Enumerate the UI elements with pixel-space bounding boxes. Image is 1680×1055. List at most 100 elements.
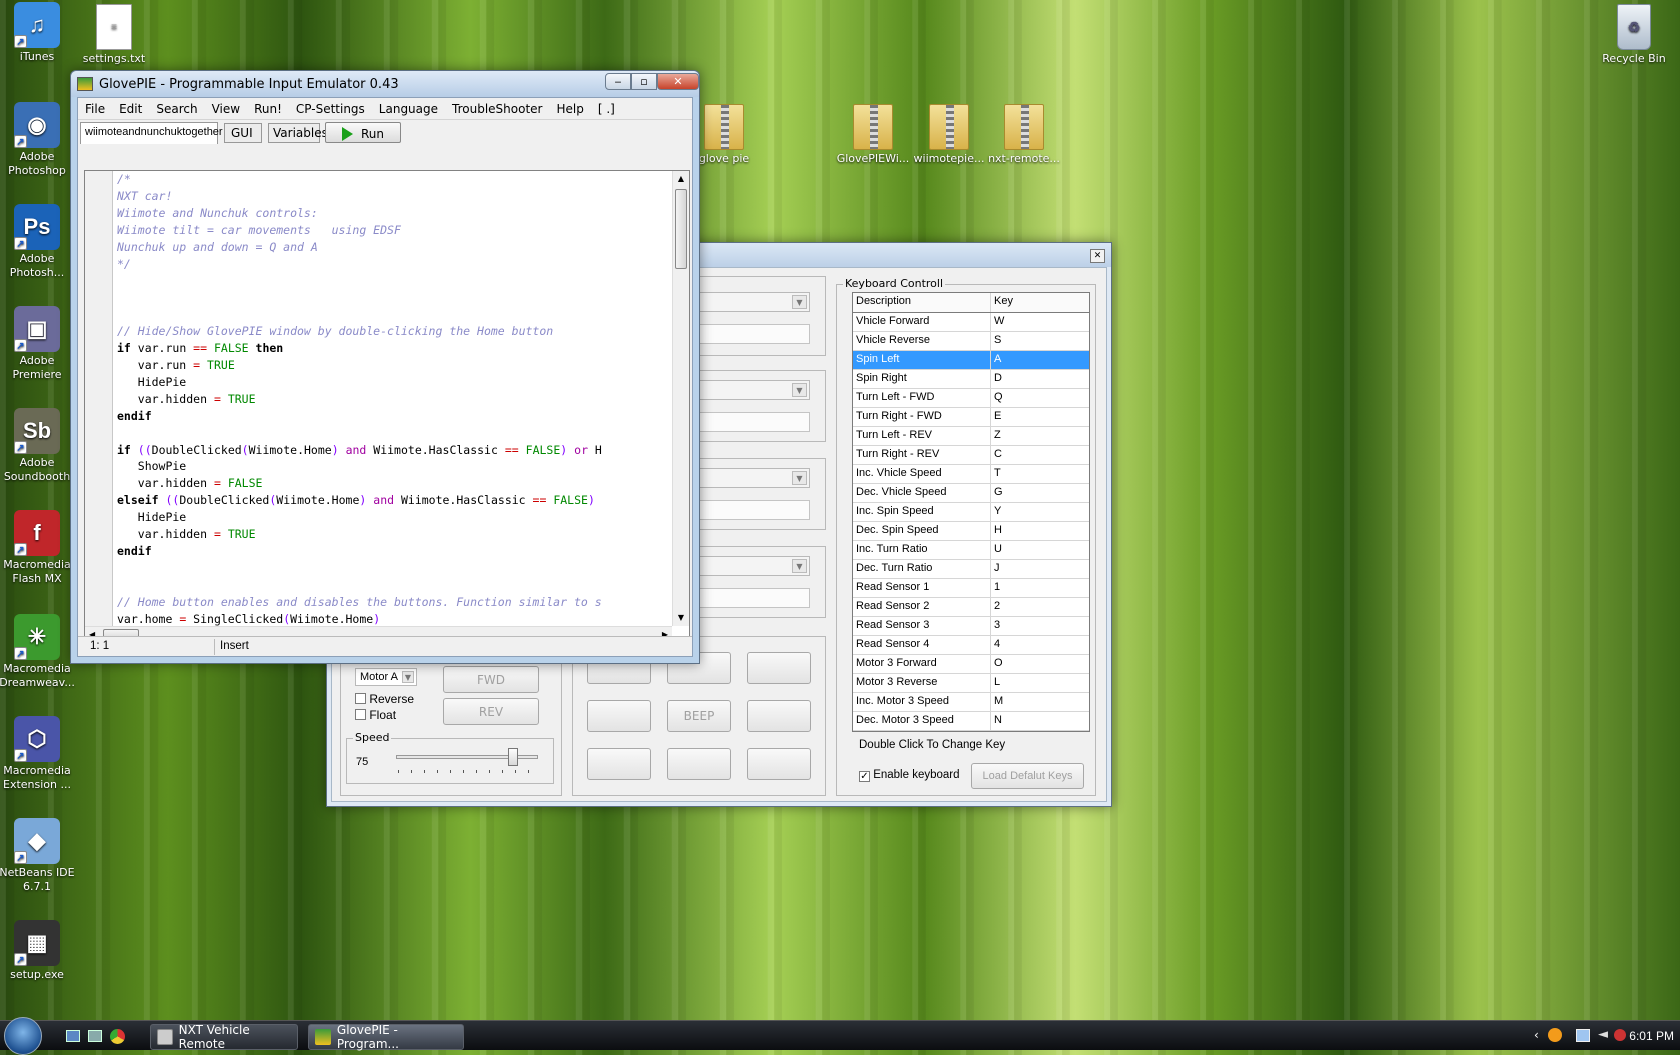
desktop-icon[interactable]: Sb ↗ Adobe Soundbooth	[0, 408, 77, 484]
table-row[interactable]: Read Sensor 44	[853, 636, 1089, 655]
table-row[interactable]: Dec. Vhicle Speed G	[853, 484, 1089, 503]
glovepie-title-bar[interactable]: GlovePIE - Programmable Input Emulator 0…	[71, 71, 699, 97]
desktop-icon[interactable]: Ps ↗ Adobe Photosh...	[0, 204, 77, 280]
table-row[interactable]: Motor 3 Reverse L	[853, 674, 1089, 693]
column-header-description[interactable]: Description	[853, 293, 991, 312]
menu-item[interactable]: File	[78, 102, 112, 116]
desktop-icon-zip-2[interactable]: wiimotepie...	[909, 104, 989, 166]
run-button[interactable]: Run	[325, 122, 401, 143]
tray-app-icon[interactable]	[1548, 1028, 1562, 1042]
maximize-button[interactable]: ▫	[631, 72, 657, 90]
scroll-down-arrow-icon[interactable]: ▼	[673, 610, 689, 626]
nxt-textbox-1[interactable]	[692, 324, 810, 344]
column-header-key[interactable]: Key	[991, 293, 1089, 312]
dpad-down-left-button[interactable]	[587, 748, 651, 780]
table-row[interactable]: Motor 3 Forward O	[853, 655, 1089, 674]
desktop-icon-settings[interactable]: ≡ settings.txt	[74, 4, 154, 66]
dpad-left-button[interactable]	[587, 700, 651, 732]
vertical-scrollbar[interactable]: ▲ ▼	[672, 171, 689, 626]
nxt-combo-2[interactable]: ▼	[692, 380, 810, 400]
desktop-icon[interactable]: ◉ ↗ Adobe Photoshop	[0, 102, 77, 178]
menu-item[interactable]: [ .]	[591, 102, 622, 116]
tab-script[interactable]: wiimoteandnunchuktogether	[80, 122, 223, 144]
table-row[interactable]: Read Sensor 33	[853, 617, 1089, 636]
desktop-icon-zip-3[interactable]: nxt-remote...	[984, 104, 1064, 166]
table-row[interactable]: Dec. Spin Speed H	[853, 522, 1089, 541]
show-desktop-icon[interactable]	[66, 1030, 80, 1042]
enable-keyboard-checkbox[interactable]: ✓ Enable keyboard	[859, 769, 960, 782]
table-row[interactable]: Read Sensor 11	[853, 579, 1089, 598]
desktop-icon[interactable]: ▣ ↗ Adobe Premiere	[0, 306, 77, 382]
table-row[interactable]: Inc. Spin Speed Y	[853, 503, 1089, 522]
menu-item[interactable]: Search	[149, 102, 204, 116]
beep-button[interactable]: BEEP	[667, 700, 731, 732]
menu-item[interactable]: TroubleShooter	[445, 102, 549, 116]
menu-item[interactable]: Run!	[247, 102, 289, 116]
table-row[interactable]: Turn Right - FWD E	[853, 408, 1089, 427]
table-row[interactable]: Vhicle Reverse S	[853, 332, 1089, 351]
desktop-icon[interactable]: f ↗ Macromedia Flash MX	[0, 510, 77, 586]
desktop-icon[interactable]: ⬡ ↗ Macromedia Extension ...	[0, 716, 77, 792]
table-row[interactable]: Vhicle Forward W	[853, 313, 1089, 332]
scroll-up-arrow-icon[interactable]: ▲	[673, 171, 689, 187]
desktop-icon[interactable]: ▦ ↗ setup.exe	[0, 920, 77, 982]
minimize-button[interactable]: ‒	[605, 72, 631, 90]
table-row[interactable]: Dec. Motor 3 Speed N	[853, 712, 1089, 731]
table-row[interactable]: Inc. Turn Ratio U	[853, 541, 1089, 560]
network-icon[interactable]	[1576, 1029, 1590, 1042]
menu-item[interactable]: View	[205, 102, 247, 116]
table-row[interactable]: Inc. Motor 3 Speed M	[853, 693, 1089, 712]
desktop-icon-zip-1[interactable]: GlovePIEWi...	[833, 104, 913, 166]
nxt-combo-4[interactable]: ▼	[692, 556, 810, 576]
nxt-combo-1[interactable]: ▼	[692, 292, 810, 312]
desktop-icon[interactable]: ✳ ↗ Macromedia Dreamweav...	[0, 614, 77, 690]
desktop-icon[interactable]: ◆ ↗ NetBeans IDE 6.7.1	[0, 818, 77, 894]
menu-item[interactable]: CP-Settings	[289, 102, 372, 116]
reverse-checkbox[interactable]: Reverse	[355, 692, 414, 706]
clock[interactable]: 6:01 PM	[1618, 1029, 1674, 1043]
table-row[interactable]: Turn Left - REV Z	[853, 427, 1089, 446]
rev-button[interactable]: REV	[443, 698, 539, 725]
dpad-right-button[interactable]	[747, 700, 811, 732]
chrome-icon[interactable]	[110, 1029, 125, 1044]
start-button[interactable]	[4, 1017, 42, 1055]
switch-windows-icon[interactable]	[88, 1030, 102, 1042]
slider-thumb[interactable]	[508, 748, 519, 766]
table-row[interactable]: Spin Right D	[853, 370, 1089, 389]
speed-slider[interactable]	[394, 748, 540, 776]
tab-variables[interactable]: Variables	[268, 123, 328, 143]
dpad-down-right-button[interactable]	[747, 748, 811, 780]
fwd-button[interactable]: FWD	[443, 666, 539, 693]
table-row[interactable]: Turn Left - FWD Q	[853, 389, 1089, 408]
table-row[interactable]: Read Sensor 22	[853, 598, 1089, 617]
menu-item[interactable]: Language	[372, 102, 445, 116]
float-checkbox[interactable]: Float	[355, 708, 396, 722]
desktop-icon-label: Adobe Photoshop	[8, 150, 66, 177]
desktop-icon[interactable]: ♫ ↗ iTunes	[0, 2, 77, 64]
nxt-textbox-2[interactable]	[692, 412, 810, 432]
motor-select[interactable]: Motor A ▼	[355, 668, 417, 686]
enable-keyboard-label: Enable keyboard	[873, 769, 960, 781]
nxt-textbox-4[interactable]	[692, 588, 810, 608]
tray-expand-icon[interactable]: ‹	[1534, 1028, 1539, 1042]
desktop-icon-recycle-bin[interactable]: ♻ Recycle Bin	[1594, 4, 1674, 66]
table-row[interactable]: Turn Right - REV C	[853, 446, 1089, 465]
tab-gui[interactable]: GUI	[224, 123, 262, 143]
nxt-textbox-3[interactable]	[692, 500, 810, 520]
table-row[interactable]: Inc. Vhicle Speed T	[853, 465, 1089, 484]
load-default-keys-button[interactable]: Load Defalut Keys	[971, 763, 1084, 789]
scroll-thumb[interactable]	[675, 189, 687, 269]
close-button[interactable]: ✕	[657, 72, 699, 90]
dpad-down-button[interactable]	[667, 748, 731, 780]
menu-item[interactable]: Help	[549, 102, 590, 116]
script-editor[interactable]: /* NXT car! Wiimote and Nunchuk controls…	[84, 170, 690, 644]
dpad-up-right-button[interactable]	[747, 652, 811, 684]
taskbar-item-glovepie[interactable]: GlovePIE - Program...	[308, 1023, 464, 1051]
menu-item[interactable]: Edit	[112, 102, 149, 116]
volume-icon[interactable]: ◄	[1598, 1027, 1608, 1042]
table-row[interactable]: Dec. Turn Ratio J	[853, 560, 1089, 579]
nxt-combo-3[interactable]: ▼	[692, 468, 810, 488]
table-row[interactable]: Spin Left A	[853, 351, 1089, 370]
nxt-close-button[interactable]: ✕	[1090, 249, 1105, 263]
taskbar-item-nxt[interactable]: NXT Vehicle Remote	[150, 1023, 298, 1051]
